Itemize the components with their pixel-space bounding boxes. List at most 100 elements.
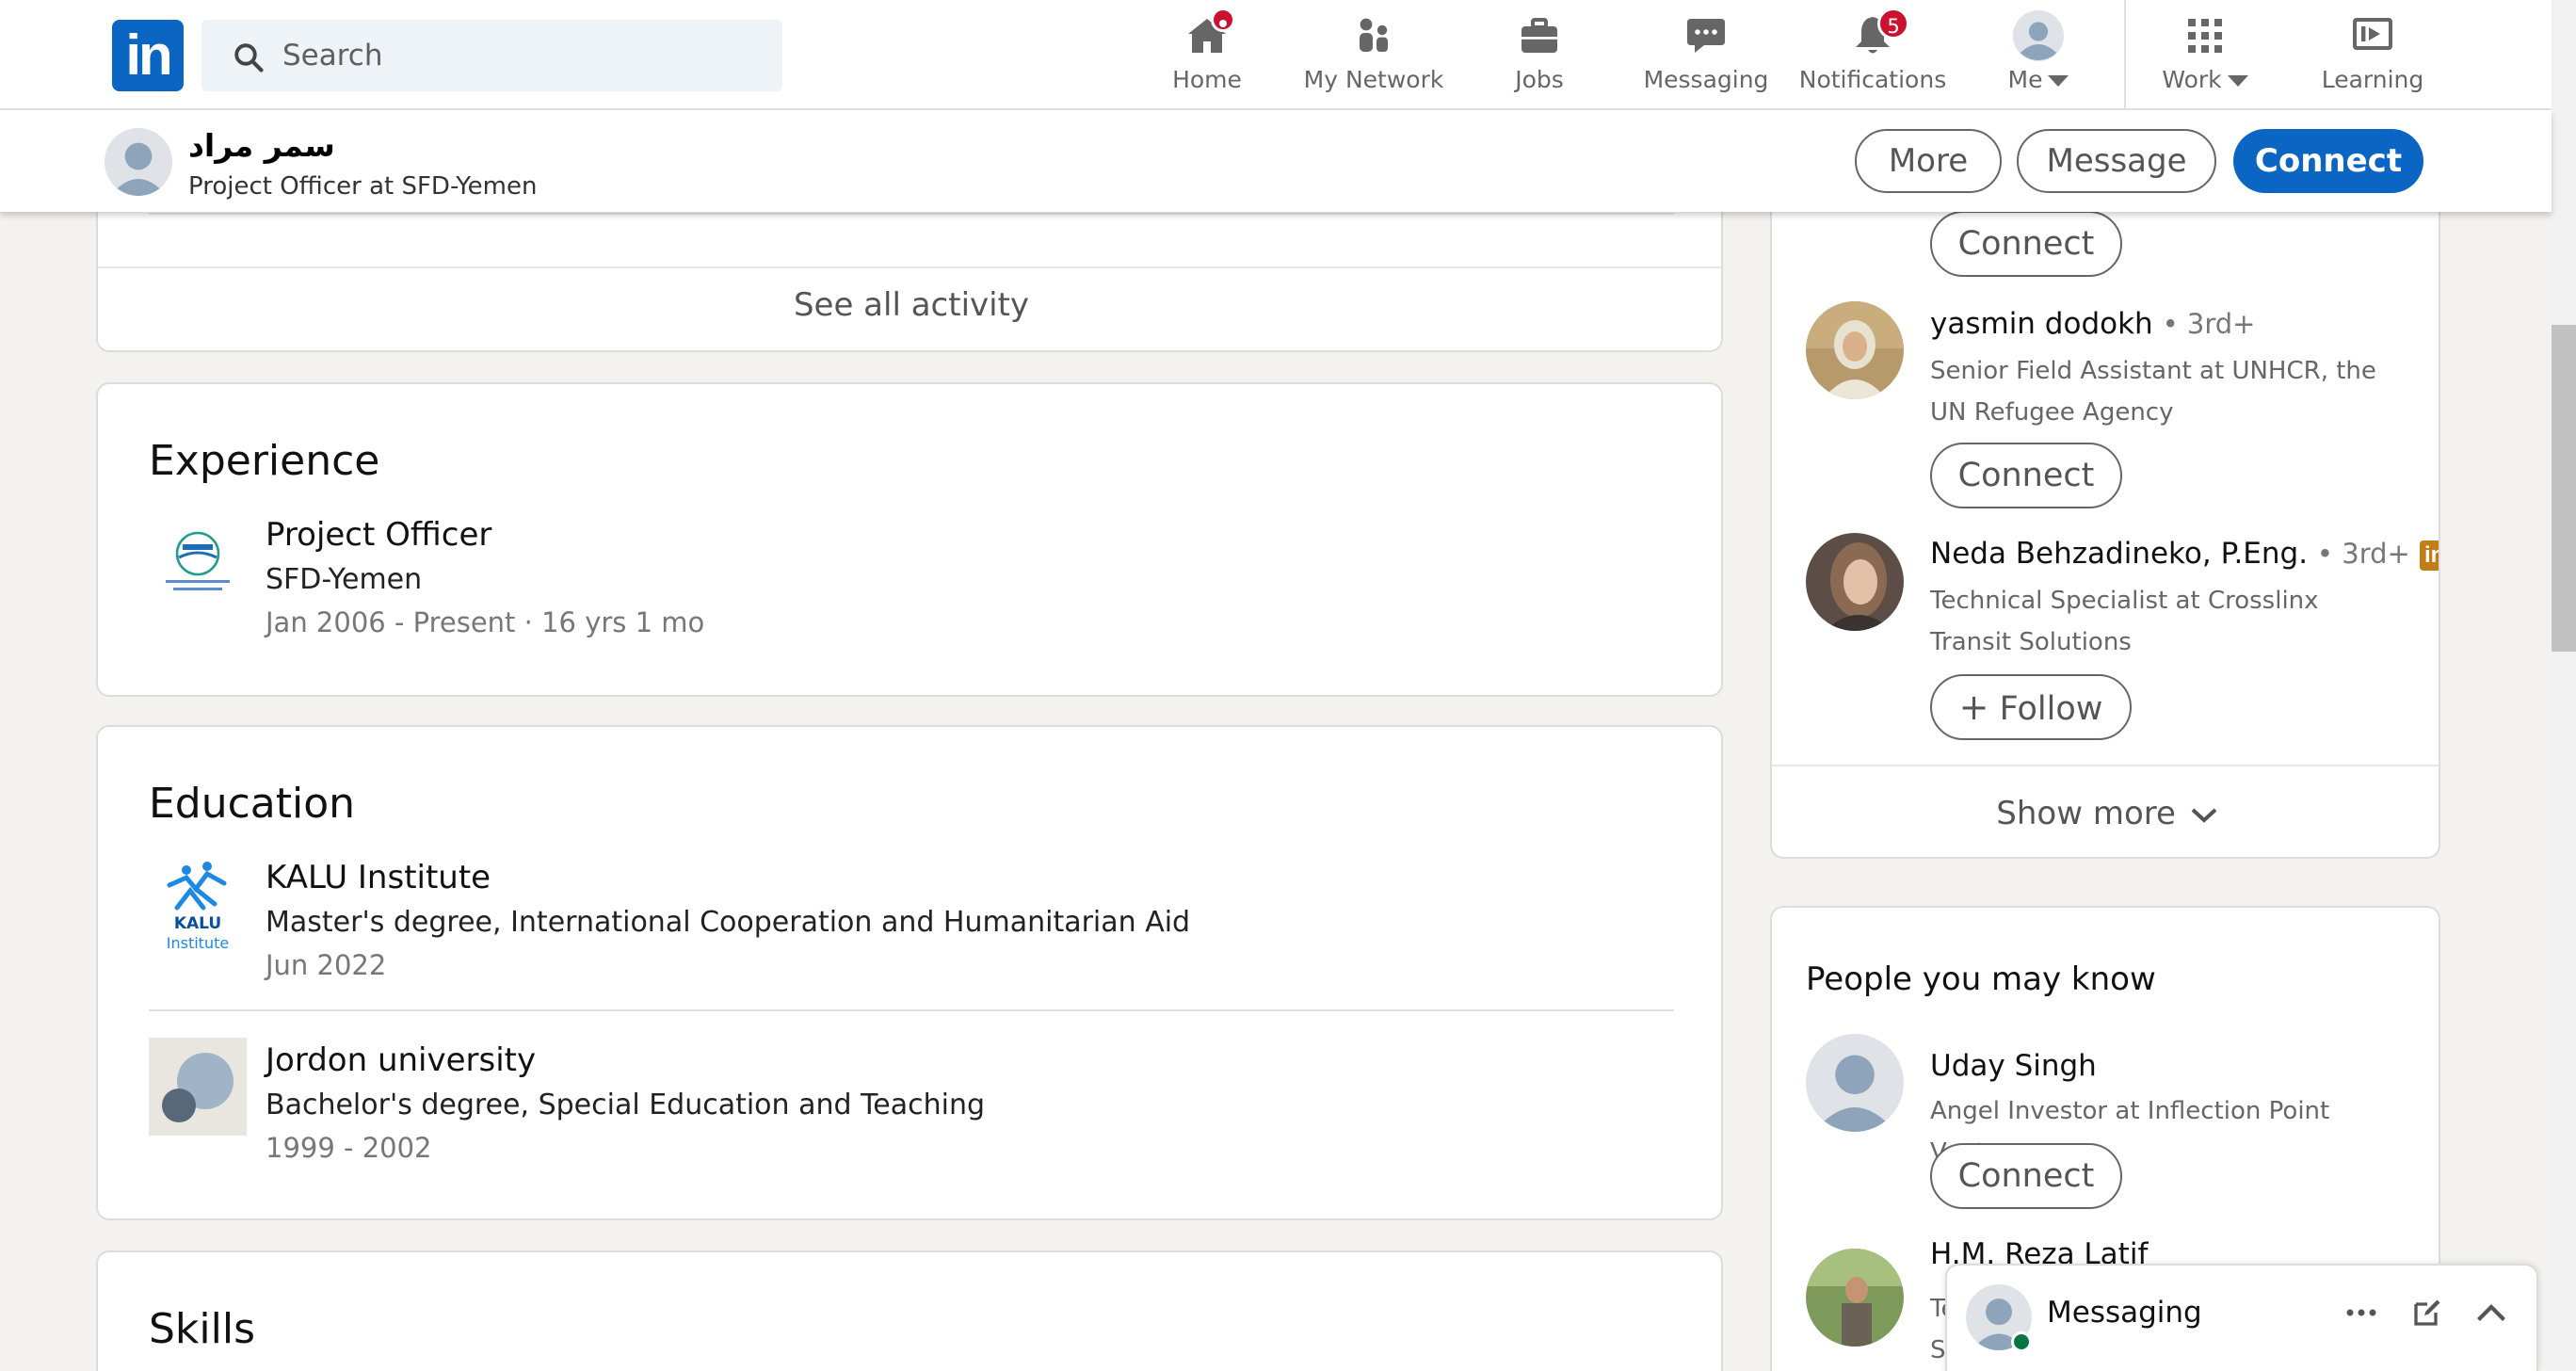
search-icon bbox=[234, 43, 264, 73]
person-name[interactable]: yasmin dodokh • 3rd+ bbox=[1930, 307, 2255, 341]
experience-title: Project Officer bbox=[266, 516, 492, 554]
show-more-button[interactable]: Show more bbox=[1772, 795, 2439, 832]
nav-messaging[interactable]: Messaging bbox=[1642, 0, 1770, 108]
nav-work[interactable]: Work bbox=[2149, 0, 2262, 108]
avatar-icon bbox=[2013, 10, 2064, 61]
connect-button[interactable]: Connect bbox=[1930, 211, 2122, 277]
experience-heading: Experience bbox=[149, 437, 380, 485]
education-school: Jordon university bbox=[266, 1041, 537, 1079]
person-avatar[interactable] bbox=[1806, 301, 1904, 399]
show-more-label: Show more bbox=[1996, 795, 2176, 832]
nav-me-label: Me bbox=[1987, 66, 2090, 93]
linkedin-logo[interactable]: in bbox=[112, 20, 184, 91]
person-avatar[interactable] bbox=[1806, 533, 1904, 631]
scrollbar-track[interactable] bbox=[2552, 0, 2576, 1371]
connection-degree: • 3rd+ bbox=[2316, 538, 2410, 570]
nav-home[interactable]: Home bbox=[1160, 0, 1254, 108]
online-status-dot bbox=[2011, 1331, 2032, 1352]
person-photo bbox=[1806, 301, 1904, 399]
follow-button[interactable]: + Follow bbox=[1930, 674, 2132, 740]
person-avatar[interactable] bbox=[1806, 1249, 1904, 1347]
plus-icon: + bbox=[1958, 686, 1989, 728]
connect-button[interactable]: Connect bbox=[1930, 443, 2122, 508]
skills-section: Skills bbox=[96, 1250, 1723, 1371]
connect-button[interactable]: Connect bbox=[1930, 1143, 2122, 1209]
briefcase-icon bbox=[1521, 18, 1557, 53]
compose-icon[interactable] bbox=[2410, 1296, 2444, 1330]
profile-avatar[interactable] bbox=[105, 128, 172, 196]
kalu-logo-text-2: Institute bbox=[167, 934, 229, 952]
more-options-icon[interactable] bbox=[2343, 1301, 2380, 1324]
experience-company: SFD-Yemen bbox=[266, 563, 423, 596]
school-logo-placeholder[interactable] bbox=[149, 1038, 247, 1136]
nav-messaging-label: Messaging bbox=[1643, 66, 1769, 93]
person-headline: Senior Field Assistant at UNHCR, the UN … bbox=[1930, 357, 2376, 427]
grid-apps-icon bbox=[2188, 19, 2222, 53]
nav-me-text: Me bbox=[2007, 66, 2043, 93]
nav-jobs[interactable]: Jobs bbox=[1497, 0, 1582, 108]
chat-icon bbox=[1687, 19, 1725, 53]
learning-icon bbox=[2353, 18, 2392, 50]
nav-home-label: Home bbox=[1172, 66, 1242, 93]
home-notification-dot bbox=[1211, 8, 1235, 32]
profile-name: سمر مراد bbox=[188, 127, 335, 164]
search-input[interactable] bbox=[282, 20, 763, 91]
nav-work-label: Work bbox=[2149, 66, 2262, 93]
scrollbar-thumb[interactable] bbox=[2552, 325, 2576, 652]
person-photo bbox=[1806, 1249, 1904, 1347]
pymk-heading: People you may know bbox=[1806, 960, 2156, 998]
education-degree: Bachelor's degree, Special Education and… bbox=[266, 1089, 986, 1121]
activity-footer-divider bbox=[98, 266, 1721, 268]
nav-my-network[interactable]: My Network bbox=[1299, 0, 1448, 108]
school-placeholder-icon bbox=[149, 1038, 247, 1136]
person-name-text: yasmin dodokh bbox=[1930, 307, 2153, 341]
messaging-label[interactable]: Messaging bbox=[2047, 1296, 2202, 1330]
education-school: KALU Institute bbox=[266, 859, 491, 896]
nav-me[interactable]: Me bbox=[1987, 0, 2090, 108]
avatar-placeholder-icon bbox=[1806, 1034, 1904, 1132]
person-name[interactable]: Uday Singh bbox=[1930, 1049, 2097, 1083]
nav-work-text: Work bbox=[2162, 66, 2222, 93]
avatar-placeholder-icon bbox=[105, 128, 172, 196]
nav-learning-label: Learning bbox=[2321, 66, 2424, 93]
education-section: Education KALU Institute KALU Institute … bbox=[96, 725, 1723, 1220]
experience-dates: Jan 2006 - Present · 16 yrs 1 mo bbox=[266, 606, 705, 638]
education-degree: Master's degree, International Cooperati… bbox=[266, 906, 1191, 939]
person-photo bbox=[1806, 533, 1904, 631]
profile-headline: Project Officer at SFD-Yemen bbox=[188, 172, 538, 201]
more-button[interactable]: More bbox=[1855, 129, 2002, 193]
education-heading: Education bbox=[149, 780, 356, 828]
global-nav: in Home My Network Jobs bbox=[0, 0, 2552, 110]
chevron-down-icon bbox=[2191, 808, 2217, 823]
mayyan-logo-icon bbox=[149, 522, 247, 620]
school-logo[interactable]: KALU Institute bbox=[149, 857, 247, 955]
people-icon bbox=[1360, 18, 1388, 52]
chevron-up-icon[interactable] bbox=[2474, 1299, 2508, 1326]
notification-count-badge: 5 bbox=[1877, 8, 1909, 40]
nav-notifications[interactable]: 5 Notifications bbox=[1798, 0, 1947, 108]
kalu-logo-icon: KALU Institute bbox=[149, 857, 247, 955]
kalu-logo-text-1: KALU bbox=[174, 914, 221, 933]
nav-divider bbox=[2124, 0, 2126, 108]
search-box[interactable] bbox=[201, 20, 782, 91]
nav-my-network-label: My Network bbox=[1303, 66, 1444, 93]
person-headline: Technical Specialist at Crosslinx Transi… bbox=[1930, 587, 2319, 656]
nav-notifications-label: Notifications bbox=[1798, 66, 1947, 93]
company-logo[interactable] bbox=[149, 522, 247, 620]
person-name[interactable]: Neda Behzadineko, P.Eng. • 3rd+ in bbox=[1930, 537, 2439, 571]
chevron-down-icon bbox=[2048, 75, 2069, 87]
message-button[interactable]: Message bbox=[2017, 129, 2216, 193]
activity-divider bbox=[149, 213, 1674, 215]
follow-label: Follow bbox=[1999, 690, 2103, 728]
nav-jobs-label: Jobs bbox=[1515, 66, 1564, 93]
premium-badge-icon: in bbox=[2419, 540, 2439, 571]
show-more-divider bbox=[1772, 765, 2439, 766]
see-all-activity-link[interactable]: See all activity bbox=[98, 286, 1721, 324]
education-dates: Jun 2022 bbox=[266, 949, 387, 981]
connect-button[interactable]: Connect bbox=[2233, 129, 2423, 193]
nav-learning[interactable]: Learning bbox=[2316, 0, 2429, 108]
person-avatar[interactable] bbox=[1806, 1034, 1904, 1132]
messaging-overlay[interactable]: Messaging bbox=[1945, 1264, 2538, 1371]
experience-section: Experience Project Officer SFD-Yemen Jan… bbox=[96, 382, 1723, 697]
people-also-viewed-card: Connect yasmin dodokh • 3rd+ Senior Fiel… bbox=[1770, 141, 2440, 859]
